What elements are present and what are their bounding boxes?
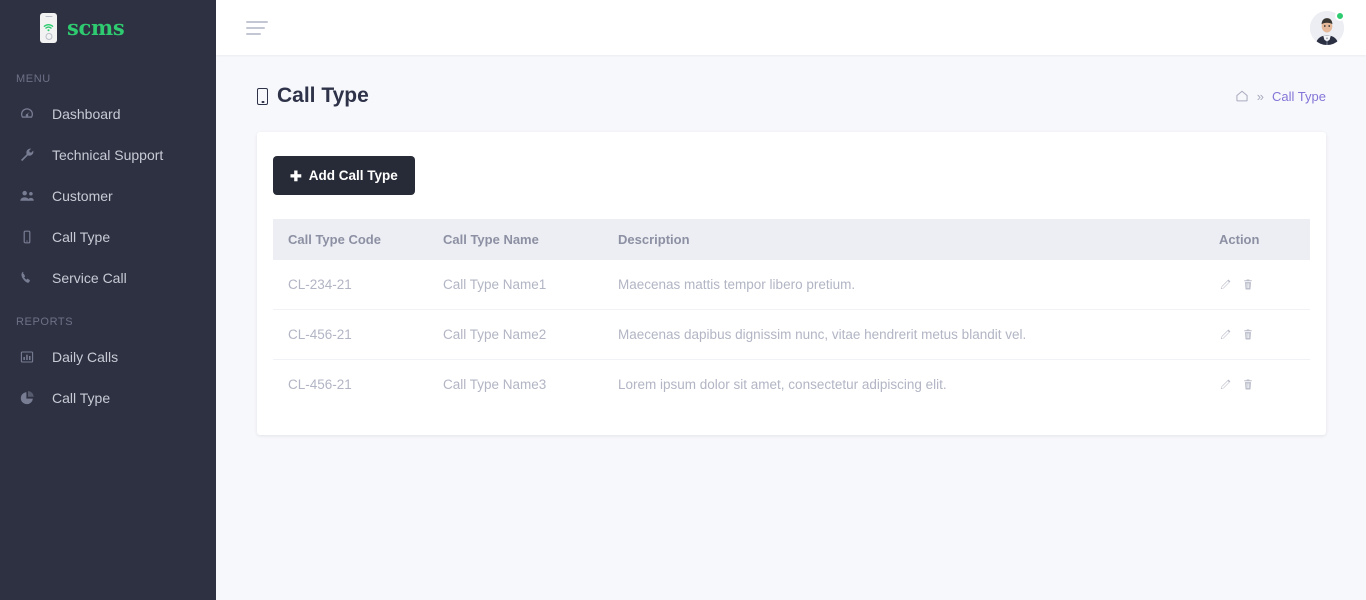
hamburger-line (246, 32, 261, 35)
plus-icon: ✚ (290, 167, 302, 184)
cell-actions (1205, 309, 1310, 360)
avatar[interactable] (1310, 10, 1345, 45)
table-header-row: Call Type Code Call Type Name Descriptio… (273, 219, 1310, 260)
edit-pencil-icon[interactable] (1219, 378, 1232, 391)
column-header-call-type-code: Call Type Code (273, 219, 433, 260)
table-row[interactable]: CL-456-21 Call Type Name2 Maecenas dapib… (273, 309, 1310, 360)
topbar (216, 0, 1366, 55)
column-header-action: Action (1205, 219, 1310, 260)
pie-chart-icon (18, 389, 36, 407)
sidebar-item-label: Daily Calls (52, 348, 119, 365)
hamburger-line (246, 20, 268, 23)
sidebar-item-label: Service Call (52, 269, 127, 286)
table-row[interactable]: CL-456-21 Call Type Name3 Lorem ipsum do… (273, 360, 1310, 410)
hamburger-icon[interactable] (246, 20, 268, 35)
dashboard-speedometer-icon (18, 105, 36, 123)
cell-call-type-code: CL-456-21 (288, 377, 352, 392)
table-head: Call Type Code Call Type Name Descriptio… (273, 219, 1310, 260)
edit-pencil-icon[interactable] (1219, 328, 1232, 341)
breadcrumb: » Call Type (1235, 89, 1326, 104)
call-type-table: Call Type Code Call Type Name Descriptio… (273, 219, 1310, 409)
phone-icon (18, 269, 36, 287)
delete-trash-icon[interactable] (1242, 378, 1254, 391)
brand-name: scms (67, 15, 125, 40)
add-call-type-label: Add Call Type (308, 168, 398, 183)
sidebar-item-label: Call Type (52, 389, 111, 406)
hamburger-line (246, 26, 265, 29)
status-dot-online (1335, 10, 1345, 21)
sidebar-item-label: Call Type (52, 228, 111, 245)
cell-actions (1205, 360, 1310, 410)
sidebar-section-menu-label: MENU (16, 73, 51, 85)
main-area: Call Type » Call Type ✚ Add Call Type Ca… (216, 0, 1366, 600)
cell-call-type-code: CL-234-21 (273, 260, 433, 310)
sidebar-section-reports-label: REPORTS (16, 316, 74, 328)
bar-chart-icon (18, 348, 36, 366)
cell-description: Maecenas mattis tempor libero pretium. (608, 260, 1205, 310)
breadcrumb-current[interactable]: Call Type (1272, 89, 1326, 104)
table-body: CL-234-21 Call Type Name1 Maecenas matti… (273, 260, 1310, 409)
call-type-card: ✚ Add Call Type Call Type Code Call Type… (257, 132, 1326, 435)
cell-call-type-name: Call Type Name1 (433, 260, 608, 310)
sidebar-item-label: Dashboard (52, 105, 121, 122)
sidebar-item-call-type[interactable]: Call Type (0, 216, 216, 257)
page-header: Call Type » Call Type (216, 55, 1366, 108)
column-header-call-type-name: Call Type Name (433, 219, 608, 260)
add-call-type-button[interactable]: ✚ Add Call Type (273, 156, 415, 195)
sidebar-item-service-call[interactable]: Service Call (0, 257, 216, 298)
cell-call-type-name: Call Type Name3 (443, 377, 547, 392)
sidebar-item-dashboard[interactable]: Dashboard (0, 93, 216, 134)
app-root: scms MENU Dashboard Technical Support Cu… (0, 0, 1366, 600)
sidebar-item-technical-support[interactable]: Technical Support (0, 134, 216, 175)
wrench-icon (18, 146, 36, 164)
sidebar-item-customer[interactable]: Customer (0, 175, 216, 216)
edit-pencil-icon[interactable] (1219, 278, 1232, 291)
breadcrumb-separator: » (1256, 88, 1265, 104)
table-row[interactable]: CL-234-21 Call Type Name1 Maecenas matti… (273, 260, 1310, 310)
cell-call-type-code: CL-456-21 (273, 309, 433, 360)
users-icon (18, 187, 36, 205)
cell-actions (1205, 260, 1310, 310)
sidebar-item-label: Customer (52, 187, 113, 204)
mobile-icon (257, 87, 268, 105)
delete-trash-icon[interactable] (1242, 278, 1254, 291)
mobile-wifi-icon (40, 12, 57, 43)
page-title: Call Type (257, 84, 369, 108)
delete-trash-icon[interactable] (1242, 328, 1254, 341)
cell-description: Maecenas dapibus dignissim nunc, vitae h… (608, 309, 1205, 360)
sidebar: scms MENU Dashboard Technical Support Cu… (0, 0, 216, 600)
home-icon[interactable] (1235, 89, 1249, 103)
sidebar-item-label: Technical Support (52, 146, 164, 163)
brand-logo[interactable]: scms (0, 0, 216, 55)
page-title-text: Call Type (277, 84, 369, 107)
column-header-description: Description (608, 219, 1205, 260)
cell-description: Lorem ipsum dolor sit amet, consectetur … (618, 377, 947, 392)
sidebar-item-daily-calls[interactable]: Daily Calls (0, 336, 216, 377)
sidebar-item-call-type-report[interactable]: Call Type (0, 377, 216, 418)
mobile-icon (18, 228, 36, 246)
cell-call-type-name: Call Type Name2 (433, 309, 608, 360)
